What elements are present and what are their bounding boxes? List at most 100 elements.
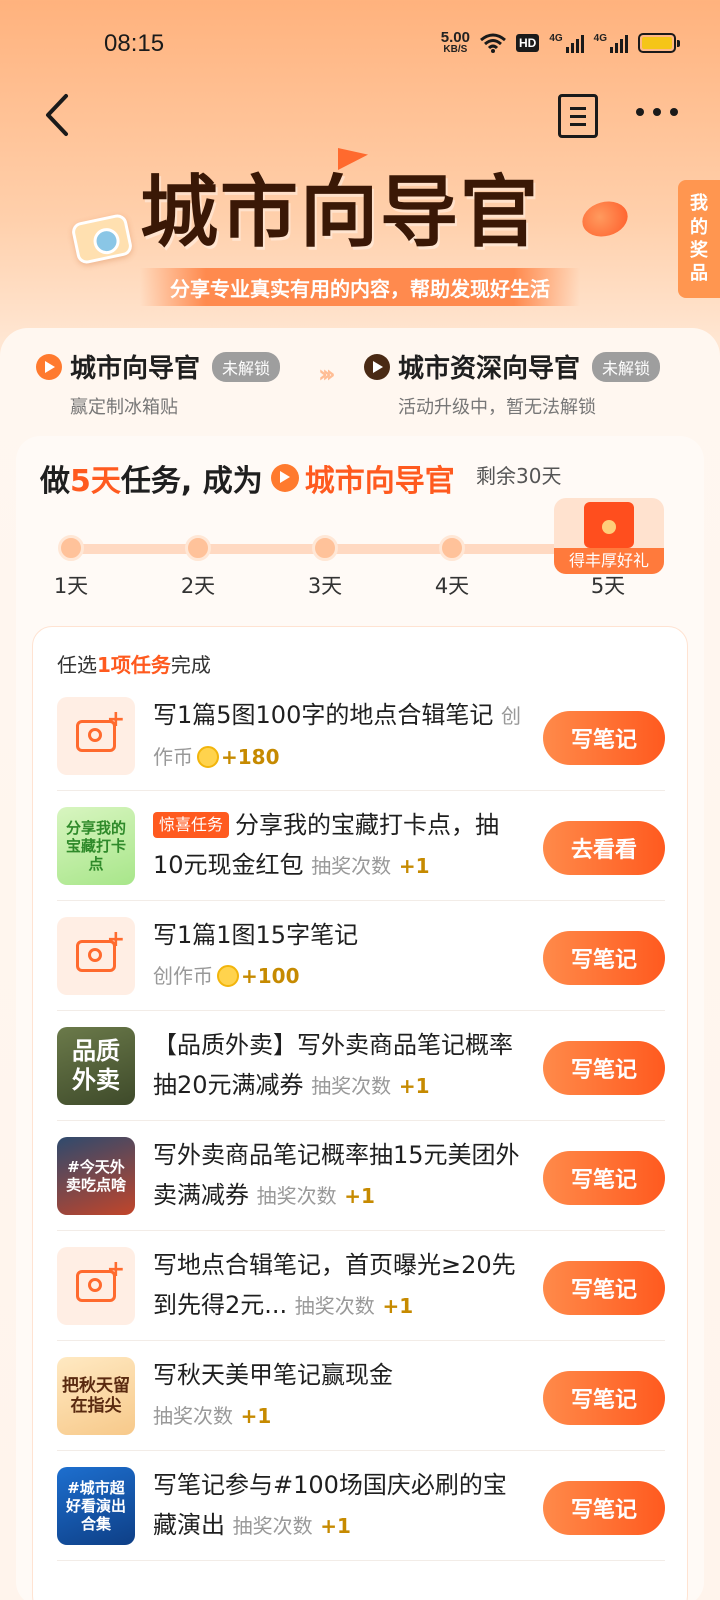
senior-guide-badge-icon (364, 353, 390, 380)
list-hint-prefix: 任选 (57, 653, 97, 677)
day-dot (185, 535, 211, 561)
day-dot (312, 535, 338, 561)
add-photo-icon (57, 917, 135, 995)
task-reward-label: 抽奖次数 (294, 1294, 375, 1318)
task-reward-label: 抽奖次数 (256, 1184, 337, 1208)
list-hint: 任选1项任务完成 (57, 649, 211, 678)
network-speed-value: 5.00 (440, 29, 470, 46)
task-item: #城市超好看演出合集 写笔记参与#100场国庆必刷的宝藏演出 抽奖次数 +1 写… (57, 1451, 665, 1561)
level-desc: 赢定制冰箱贴 (70, 397, 178, 418)
task-reward-value: +100 (241, 964, 300, 988)
wifi-icon (480, 33, 506, 53)
back-arrow-icon[interactable] (36, 90, 80, 140)
document-icon[interactable] (558, 94, 598, 138)
list-hint-suffix: 完成 (170, 653, 211, 677)
hero-subtitle-banner: 分享专业真实有用的内容，帮助发现好生活 (140, 268, 580, 306)
gift-reward[interactable]: 得丰厚好礼 (554, 498, 664, 574)
view-button[interactable]: 去看看 (543, 821, 665, 875)
task-reward-label: 抽奖次数 (311, 854, 392, 878)
task-reward-label: 创作币 (153, 964, 213, 988)
write-note-button[interactable]: 写笔记 (543, 931, 665, 985)
task-item: 分享我的宝藏打卡点 惊喜任务 分享我的宝藏打卡点，抽10元现金红包 抽奖次数 +1… (57, 791, 665, 901)
cell-signal-1-icon: 4G (549, 32, 584, 53)
my-prizes-char-4: 品 (690, 263, 708, 285)
task-card: 做 5天 任务, 成为 城市向导官 剩余30天 得丰厚好礼 1天 2天 3天 4… (16, 436, 704, 1600)
write-note-button[interactable]: 写笔记 (543, 1041, 665, 1095)
my-prizes-char-2: 的 (690, 216, 708, 238)
task-text: 写笔记参与#100场国庆必刷的宝藏演出 抽奖次数 +1 (153, 1465, 523, 1546)
camera-illustration-icon (70, 212, 134, 266)
task-text: 【品质外卖】写外卖商品笔记概率抽20元满减券 抽奖次数 +1 (153, 1025, 523, 1106)
guide-badge-icon (270, 464, 299, 492)
day-progress: 得丰厚好礼 1天 2天 3天 4天 5天 (16, 498, 704, 606)
hero-subtitle: 分享专业真实有用的内容，帮助发现好生活 (170, 276, 550, 301)
write-note-button[interactable]: 写笔记 (543, 1371, 665, 1425)
more-dots-icon[interactable] (636, 102, 684, 122)
my-prizes-tab[interactable]: 我 的 奖 品 (678, 180, 720, 298)
task-reward-value: +1 (320, 1514, 351, 1538)
task-thumbnail: #城市超好看演出合集 (57, 1467, 135, 1545)
task-thumbnail: #今天外卖吃点啥 (57, 1137, 135, 1215)
task-reward-value: +1 (398, 1074, 430, 1098)
task-text: 惊喜任务 分享我的宝藏打卡点，抽10元现金红包 抽奖次数 +1 (153, 805, 523, 886)
task-reward-label: 抽奖次数 (232, 1514, 313, 1538)
status-icons: 5.00 KB/S HD 4G 4G (441, 30, 680, 55)
status-bar: 08:15 5.00 KB/S HD 4G 4G (0, 0, 720, 88)
task-thumbnail: 分享我的宝藏打卡点 (57, 807, 135, 885)
lock-status-badge: 未解锁 (592, 351, 661, 382)
status-time: 08:15 (104, 30, 165, 57)
guide-badge-icon (36, 353, 62, 380)
level-desc: 活动升级中，暂无法解锁 (398, 397, 596, 418)
cell-signal-2-icon: 4G (594, 33, 628, 53)
task-header: 做 5天 任务, 成为 城市向导官 (40, 456, 455, 500)
task-thumbnail: 品质外卖 (57, 1027, 135, 1105)
day-dot (58, 535, 84, 561)
task-header-middle: 任务, 成为 (120, 464, 263, 499)
task-header-days: 5天 (70, 464, 121, 499)
cell-signal-1-label: 4G (549, 32, 563, 44)
write-note-button[interactable]: 写笔记 (543, 711, 665, 765)
task-reward-value: +1 (240, 1404, 272, 1428)
day-label: 1天 (53, 574, 89, 598)
coin-icon (217, 965, 239, 987)
task-item: 品质外卖 【品质外卖】写外卖商品笔记概率抽20元满减券 抽奖次数 +1 写笔记 (57, 1011, 665, 1121)
task-text: 写外卖商品笔记概率抽15元美团外卖满减券 抽奖次数 +1 (153, 1135, 523, 1216)
network-speed-unit: KB/S (443, 44, 468, 55)
add-photo-icon (57, 697, 135, 775)
task-item: 写1篇5图100字的地点合辑笔记 创作币+180 写笔记 (57, 681, 665, 791)
write-note-button[interactable]: 写笔记 (543, 1151, 665, 1205)
surprise-tag: 惊喜任务 (153, 812, 230, 838)
level-name: 城市向导官 (70, 354, 201, 384)
day-dot (439, 535, 465, 561)
task-title: 写外卖商品笔记概率抽15元美团外卖满减券 (153, 1141, 520, 1209)
task-text: 写地点合辑笔记，首页曝光≥20先到先得2元... 抽奖次数 +1 (153, 1245, 523, 1326)
write-note-button[interactable]: 写笔记 (543, 1481, 665, 1535)
lock-status-badge: 未解锁 (212, 351, 281, 382)
task-header-target: 城市向导官 (304, 464, 455, 499)
my-prizes-char-1: 我 (690, 193, 708, 215)
add-photo-icon (57, 1247, 135, 1325)
hd-voice-badge: HD (515, 33, 540, 52)
task-reward-value: +1 (382, 1294, 414, 1318)
progress-track (72, 544, 612, 554)
task-header-prefix: 做 (40, 464, 70, 499)
task-item: #今天外卖吃点啥 写外卖商品笔记概率抽15元美团外卖满减券 抽奖次数 +1 写笔… (57, 1121, 665, 1231)
task-item: 写地点合辑笔记，首页曝光≥20先到先得2元... 抽奖次数 +1 写笔记 (57, 1231, 665, 1341)
task-title: 写1篇5图100字的地点合辑笔记 (153, 701, 494, 729)
list-hint-highlight: 1项任务 (97, 653, 171, 677)
write-note-button[interactable]: 写笔记 (543, 1261, 665, 1315)
task-title: 写1篇1图15字笔记 (153, 921, 359, 949)
task-thumbnail: 把秋天留在指尖 (57, 1357, 135, 1435)
task-text: 写1篇5图100字的地点合辑笔记 创作币 +180 (153, 695, 523, 777)
level-guide[interactable]: 城市向导官 未解锁 赢定制冰箱贴 (36, 348, 281, 419)
day-label: 4天 (434, 574, 470, 598)
battery-icon (638, 32, 680, 53)
task-text: 写1篇1图15字笔记 创作币 +100 (153, 915, 523, 996)
level-senior-guide[interactable]: 城市资深向导官 未解锁 活动升级中，暂无法解锁 (364, 348, 661, 419)
red-packet-icon (584, 502, 634, 548)
coin-icon (197, 746, 219, 768)
task-reward-value: +1 (398, 854, 430, 878)
task-text: 写秋天美甲笔记赢现金 抽奖次数 +1 (153, 1355, 523, 1436)
level-name: 城市资深向导官 (398, 354, 581, 384)
network-speed: 5.00 KB/S (441, 30, 470, 55)
